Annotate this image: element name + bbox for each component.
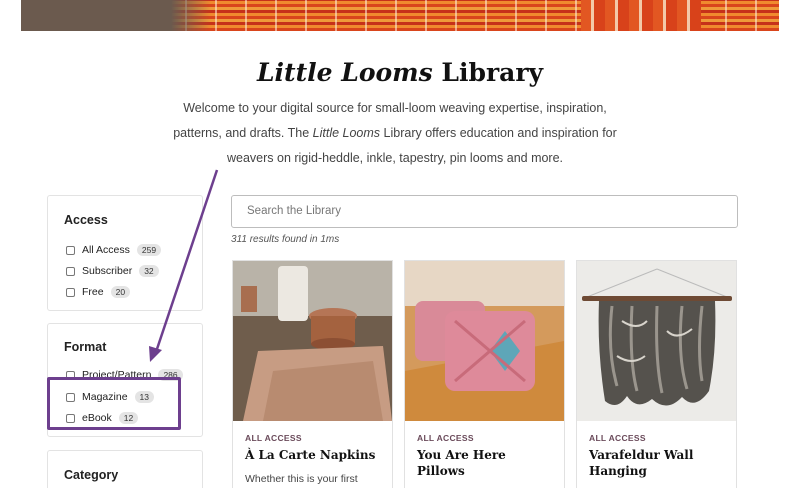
results-count: 311 results found in 1ms <box>231 234 340 245</box>
page-title: Little Looms Library <box>0 58 800 87</box>
page-title-rest: Library <box>432 58 544 87</box>
result-card[interactable]: ALL ACCESS You Are Here Pillows <box>404 260 565 488</box>
search-input[interactable]: Search the Library <box>231 195 738 228</box>
card-title[interactable]: Varafeldur Wall Hanging <box>589 447 729 479</box>
count-badge: 20 <box>110 286 131 298</box>
card-access-tag: ALL ACCESS <box>589 433 646 443</box>
checkbox[interactable] <box>66 245 75 255</box>
annotation-highlight-box <box>47 377 181 430</box>
card-description: Whether this is your first <box>245 473 358 485</box>
filter-category-panel: Category <box>47 450 203 488</box>
page-title-italic: Little Looms <box>256 58 433 87</box>
intro-text: Welcome to your digital source for small… <box>160 96 630 171</box>
checkbox[interactable] <box>66 287 75 297</box>
option-label: All Access <box>82 244 130 256</box>
card-access-tag: ALL ACCESS <box>245 433 302 443</box>
option-label: Subscriber <box>82 265 133 277</box>
filter-option-all-access[interactable]: All Access 259 <box>66 243 162 257</box>
filter-access-panel: Access All Access 259 Subscriber 32 Free… <box>47 195 203 311</box>
result-card[interactable]: ALL ACCESS Varafeldur Wall Hanging <box>576 260 737 488</box>
filter-category-title[interactable]: Category <box>64 468 118 482</box>
checkbox[interactable] <box>66 266 75 276</box>
card-image[interactable] <box>233 261 392 421</box>
card-title[interactable]: À La Carte Napkins <box>245 447 385 463</box>
card-image[interactable] <box>577 261 736 421</box>
filter-option-free[interactable]: Free 20 <box>66 285 131 299</box>
intro-emphasis: Little Looms <box>312 126 381 140</box>
count-badge: 32 <box>139 265 159 277</box>
result-card[interactable]: ALL ACCESS À La Carte Napkins Whether th… <box>232 260 393 488</box>
hero-banner-image <box>21 0 779 31</box>
option-label: Free <box>82 286 104 298</box>
count-badge: 259 <box>136 244 162 256</box>
filter-format-title: Format <box>64 340 107 354</box>
card-image[interactable] <box>405 261 564 421</box>
filter-option-subscriber[interactable]: Subscriber 32 <box>66 264 159 278</box>
card-title[interactable]: You Are Here Pillows <box>417 447 557 479</box>
card-access-tag: ALL ACCESS <box>417 433 474 443</box>
filter-access-title: Access <box>64 213 108 227</box>
